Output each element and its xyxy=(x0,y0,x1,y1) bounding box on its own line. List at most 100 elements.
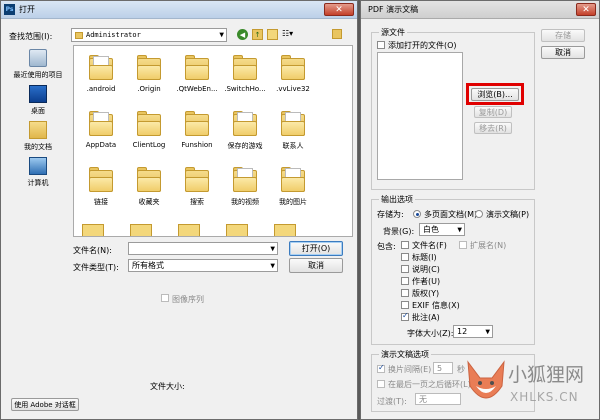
font-size-value: 12 xyxy=(457,327,468,336)
close-icon[interactable]: ✕ xyxy=(324,3,354,16)
loop-label: 在最后一页之后循环(L) xyxy=(388,380,471,389)
background-dropdown[interactable]: 白色 ▼ xyxy=(419,223,465,236)
file-name: .android xyxy=(86,85,116,93)
nav-recent[interactable]: 最近使用的项目 xyxy=(7,49,69,80)
chevron-down-icon: ▼ xyxy=(457,226,462,233)
file-item[interactable]: 保存的游戏 xyxy=(222,108,268,151)
chevron-down-icon: ▼ xyxy=(219,31,224,39)
file-item[interactable]: 搜索 xyxy=(174,164,220,207)
font-size-label: 字体大小(Z): xyxy=(407,329,454,338)
nav-label: 桌面 xyxy=(31,107,45,115)
filename-input[interactable]: ▼ xyxy=(128,242,278,255)
watermark-url: XHLKS.CN xyxy=(510,390,579,404)
file-name: .QtWebEn... xyxy=(176,85,218,93)
file-item[interactable]: .vvLive32 xyxy=(270,52,316,93)
filetype-value: 所有格式 xyxy=(132,261,164,270)
option-exif-label: EXIF 信息(X) xyxy=(412,301,460,310)
close-icon[interactable]: ✕ xyxy=(576,3,596,16)
cancel-button[interactable]: 取消 xyxy=(289,258,343,273)
output-group-title: 输出选项 xyxy=(379,194,415,205)
loop-checkbox[interactable] xyxy=(377,380,385,388)
file-item[interactable]: 链接 xyxy=(78,164,124,207)
advance-seconds-value: 5 xyxy=(437,363,443,373)
nav-documents[interactable]: 我的文档 xyxy=(7,121,69,152)
folder-icon xyxy=(134,52,164,82)
folder-corner-icon[interactable] xyxy=(332,29,342,39)
back-icon[interactable]: ◀ xyxy=(237,29,248,40)
save-button-label: 存储 xyxy=(555,31,571,40)
lookin-dropdown[interactable]: Administrator ▼ xyxy=(71,28,227,42)
open-button-label: 打开(O) xyxy=(301,244,331,253)
new-folder-icon[interactable] xyxy=(267,29,278,40)
option-extension-label: 扩展名(N) xyxy=(470,241,507,250)
file-name: ClientLog xyxy=(132,141,166,149)
folder-icon xyxy=(82,224,104,236)
option-filename-checkbox[interactable] xyxy=(401,241,409,249)
image-sequence-checkbox[interactable] xyxy=(161,294,169,302)
save-button[interactable]: 存储 xyxy=(541,29,585,42)
view-menu-icon[interactable]: ☷▾ xyxy=(282,29,298,40)
nav-desktop[interactable]: 桌面 xyxy=(7,85,69,116)
filetype-dropdown[interactable]: 所有格式 ▼ xyxy=(128,259,278,272)
presentation-radio[interactable] xyxy=(475,210,483,218)
file-list[interactable]: .android .Origin .QtWebEn... .SwitchHo..… xyxy=(73,45,353,237)
fox-logo-icon xyxy=(467,360,505,399)
option-copyright-checkbox[interactable] xyxy=(401,289,409,297)
font-size-dropdown[interactable]: 12 ▼ xyxy=(453,325,493,338)
source-file-list[interactable] xyxy=(377,52,463,180)
transition-dropdown[interactable]: 无 xyxy=(415,393,461,405)
recent-items-icon xyxy=(29,49,47,67)
add-open-files-label: 添加打开的文件(O) xyxy=(388,41,457,50)
background-value: 白色 xyxy=(423,225,439,234)
option-title-checkbox[interactable] xyxy=(401,253,409,261)
desktop-icon xyxy=(29,85,47,103)
option-title-label: 标题(I) xyxy=(412,253,437,262)
file-name: Funshion xyxy=(181,141,213,149)
file-item[interactable]: .QtWebEn... xyxy=(174,52,220,93)
file-item[interactable]: 我的视频 xyxy=(222,164,268,207)
file-item[interactable]: .SwitchHo... xyxy=(222,52,268,93)
file-item[interactable]: .android xyxy=(78,52,124,93)
file-size-label: 文件大小: xyxy=(150,382,185,391)
option-extension-checkbox[interactable] xyxy=(459,241,467,249)
site-watermark: 小狐狸网 XHLKS.CN xyxy=(462,352,598,416)
file-item[interactable]: 我的图片 xyxy=(270,164,316,207)
open-dialog-title: 打开 xyxy=(19,5,35,14)
folder-icon xyxy=(226,224,248,236)
advance-seconds-input[interactable]: 5 xyxy=(433,362,453,374)
multi-page-radio[interactable] xyxy=(413,210,421,218)
add-open-files-checkbox[interactable] xyxy=(377,41,385,49)
file-item[interactable]: 收藏夹 xyxy=(126,164,172,207)
file-item[interactable]: ClientLog xyxy=(126,108,172,149)
option-filename-label: 文件名(F) xyxy=(412,241,447,250)
file-name: 我的视频 xyxy=(231,198,259,206)
file-item[interactable]: Funshion xyxy=(174,108,220,149)
chevron-down-icon: ▼ xyxy=(270,262,275,269)
nav-computer[interactable]: 计算机 xyxy=(7,157,69,188)
option-description-checkbox[interactable] xyxy=(401,265,409,273)
presentation-group-title: 演示文稿选项 xyxy=(379,349,431,360)
duplicate-button[interactable]: 复制(D) xyxy=(474,106,512,118)
cancel-button-label: 取消 xyxy=(308,261,324,270)
remove-button[interactable]: 移去(R) xyxy=(474,122,512,134)
source-group-title: 源文件 xyxy=(379,27,407,38)
option-author-checkbox[interactable] xyxy=(401,277,409,285)
open-dialog-titlebar: Ps 打开 ✕ xyxy=(1,1,357,19)
option-exif-checkbox[interactable] xyxy=(401,301,409,309)
file-name: 搜索 xyxy=(190,198,204,206)
file-item[interactable]: 联系人 xyxy=(270,108,316,151)
documents-icon xyxy=(29,121,47,139)
open-button[interactable]: 打开(O) xyxy=(289,241,343,256)
folder-icon xyxy=(178,224,200,236)
chevron-down-icon: ▼ xyxy=(485,328,490,335)
pdf-dialog-titlebar: PDF 演示文稿 ✕ xyxy=(361,1,599,19)
option-annotations-checkbox[interactable] xyxy=(401,311,409,321)
adobe-dialog-button[interactable]: 使用 Adobe 对话框 xyxy=(11,398,79,411)
file-item[interactable]: .Origin xyxy=(126,52,172,93)
pdf-cancel-button[interactable]: 取消 xyxy=(541,46,585,59)
folder-icon xyxy=(278,52,308,82)
saved-games-icon xyxy=(230,108,260,138)
file-item[interactable]: AppData xyxy=(78,108,124,149)
advance-every-checkbox[interactable] xyxy=(377,363,385,373)
up-folder-icon[interactable]: ↑ xyxy=(252,29,263,40)
